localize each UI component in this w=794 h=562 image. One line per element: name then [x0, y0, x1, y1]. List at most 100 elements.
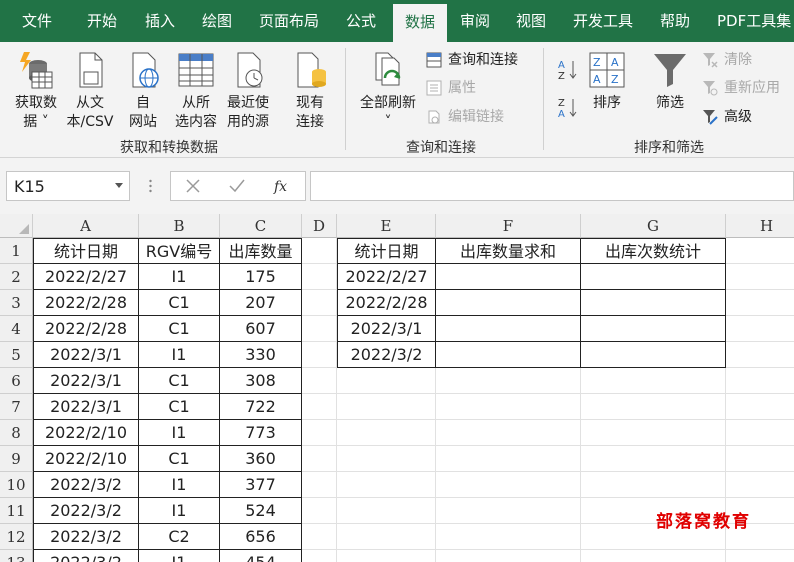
fx-icon[interactable]: fx [273, 177, 291, 195]
row-header-8[interactable]: 8 [0, 420, 33, 446]
cell-C10[interactable]: 377 [220, 472, 302, 498]
tab-review[interactable]: 审阅 [460, 0, 490, 42]
cell-D4[interactable] [302, 316, 337, 342]
cell-C2[interactable]: 175 [220, 264, 302, 290]
edit-links-button[interactable]: 编辑链接 [426, 107, 504, 127]
cell-B6[interactable]: C1 [139, 368, 220, 394]
cell-E2[interactable]: 2022/2/27 [337, 264, 436, 290]
column-header-G[interactable]: G [581, 214, 726, 238]
column-header-C[interactable]: C [220, 214, 302, 238]
cell-A4[interactable]: 2022/2/28 [33, 316, 139, 342]
row-header-5[interactable]: 5 [0, 342, 33, 368]
cell-H1[interactable] [726, 238, 794, 264]
row-header-12[interactable]: 12 [0, 524, 33, 550]
cell-C13[interactable]: 454 [220, 550, 302, 562]
cell-G5[interactable] [581, 342, 726, 368]
from-text-csv-button[interactable]: 从文 本/CSV [62, 50, 118, 132]
cell-E3[interactable]: 2022/2/28 [337, 290, 436, 316]
cell-C11[interactable]: 524 [220, 498, 302, 524]
cell-B7[interactable]: C1 [139, 394, 220, 420]
cell-E9[interactable] [337, 446, 436, 472]
tab-draw[interactable]: 绘图 [202, 0, 232, 42]
cell-C6[interactable]: 308 [220, 368, 302, 394]
cell-F5[interactable] [436, 342, 581, 368]
get-data-button[interactable]: 获取数 据 ˅ [8, 50, 64, 132]
cell-E10[interactable] [337, 472, 436, 498]
cell-B9[interactable]: C1 [139, 446, 220, 472]
cell-E7[interactable] [337, 394, 436, 420]
tab-help[interactable]: 帮助 [660, 0, 690, 42]
cell-G10[interactable] [581, 472, 726, 498]
cell-E6[interactable] [337, 368, 436, 394]
cell-G8[interactable] [581, 420, 726, 446]
cell-E13[interactable] [337, 550, 436, 562]
cell-B5[interactable]: I1 [139, 342, 220, 368]
cell-H9[interactable] [726, 446, 794, 472]
cell-F1[interactable]: 出库数量求和 [436, 238, 581, 264]
properties-button[interactable]: 属性 [426, 78, 476, 98]
row-header-10[interactable]: 10 [0, 472, 33, 498]
existing-connections-button[interactable]: 现有 连接 [284, 50, 336, 132]
cell-D2[interactable] [302, 264, 337, 290]
cell-G3[interactable] [581, 290, 726, 316]
cell-G4[interactable] [581, 316, 726, 342]
from-web-button[interactable]: 自 网站 [118, 50, 168, 132]
cell-E1[interactable]: 统计日期 [337, 238, 436, 264]
advanced-filter-button[interactable]: 高级 [702, 107, 752, 127]
cell-C8[interactable]: 773 [220, 420, 302, 446]
formula-bar-grip[interactable] [149, 178, 152, 193]
cell-A11[interactable]: 2022/3/2 [33, 498, 139, 524]
tab-view[interactable]: 视图 [516, 0, 546, 42]
column-header-H[interactable]: H [726, 214, 794, 238]
row-header-13[interactable]: 13 [0, 550, 33, 562]
recent-sources-button[interactable]: 最近使 用的源 [222, 50, 274, 132]
row-header-1[interactable]: 1 [0, 238, 33, 264]
cell-A6[interactable]: 2022/3/1 [33, 368, 139, 394]
cell-F12[interactable] [436, 524, 581, 550]
cell-D5[interactable] [302, 342, 337, 368]
name-box[interactable]: K15 [6, 171, 130, 201]
cell-F13[interactable] [436, 550, 581, 562]
cell-G7[interactable] [581, 394, 726, 420]
clear-filter-button[interactable]: 清除 [702, 50, 752, 70]
cell-A13[interactable]: 2022/3/2 [33, 550, 139, 562]
row-header-7[interactable]: 7 [0, 394, 33, 420]
chevron-down-icon[interactable] [115, 183, 123, 189]
tab-home[interactable]: 开始 [87, 0, 117, 42]
sort-button[interactable]: ZAAZ 排序 [586, 50, 628, 113]
row-header-2[interactable]: 2 [0, 264, 33, 290]
tab-developer[interactable]: 开发工具 [573, 0, 633, 42]
tab-data[interactable]: 数据 [393, 4, 447, 42]
cell-D9[interactable] [302, 446, 337, 472]
from-selection-button[interactable]: 从所 选内容 [168, 50, 224, 132]
cell-H5[interactable] [726, 342, 794, 368]
cell-C7[interactable]: 722 [220, 394, 302, 420]
cell-C3[interactable]: 207 [220, 290, 302, 316]
cancel-icon[interactable] [186, 179, 200, 193]
cell-F8[interactable] [436, 420, 581, 446]
cell-D12[interactable] [302, 524, 337, 550]
cell-D1[interactable] [302, 238, 337, 264]
cell-C9[interactable]: 360 [220, 446, 302, 472]
tab-insert[interactable]: 插入 [145, 0, 175, 42]
cell-E11[interactable] [337, 498, 436, 524]
column-header-A[interactable]: A [33, 214, 139, 238]
column-header-B[interactable]: B [139, 214, 220, 238]
sort-az-button[interactable]: AZ [557, 58, 585, 82]
cell-E4[interactable]: 2022/3/1 [337, 316, 436, 342]
cell-F6[interactable] [436, 368, 581, 394]
cell-F3[interactable] [436, 290, 581, 316]
cell-F11[interactable] [436, 498, 581, 524]
row-header-6[interactable]: 6 [0, 368, 33, 394]
cell-H2[interactable] [726, 264, 794, 290]
row-header-3[interactable]: 3 [0, 290, 33, 316]
cell-D3[interactable] [302, 290, 337, 316]
cell-F2[interactable] [436, 264, 581, 290]
cell-C4[interactable]: 607 [220, 316, 302, 342]
cell-H6[interactable] [726, 368, 794, 394]
cell-E8[interactable] [337, 420, 436, 446]
enter-icon[interactable] [229, 179, 245, 193]
cell-C5[interactable]: 330 [220, 342, 302, 368]
cell-A3[interactable]: 2022/2/28 [33, 290, 139, 316]
cell-B2[interactable]: I1 [139, 264, 220, 290]
